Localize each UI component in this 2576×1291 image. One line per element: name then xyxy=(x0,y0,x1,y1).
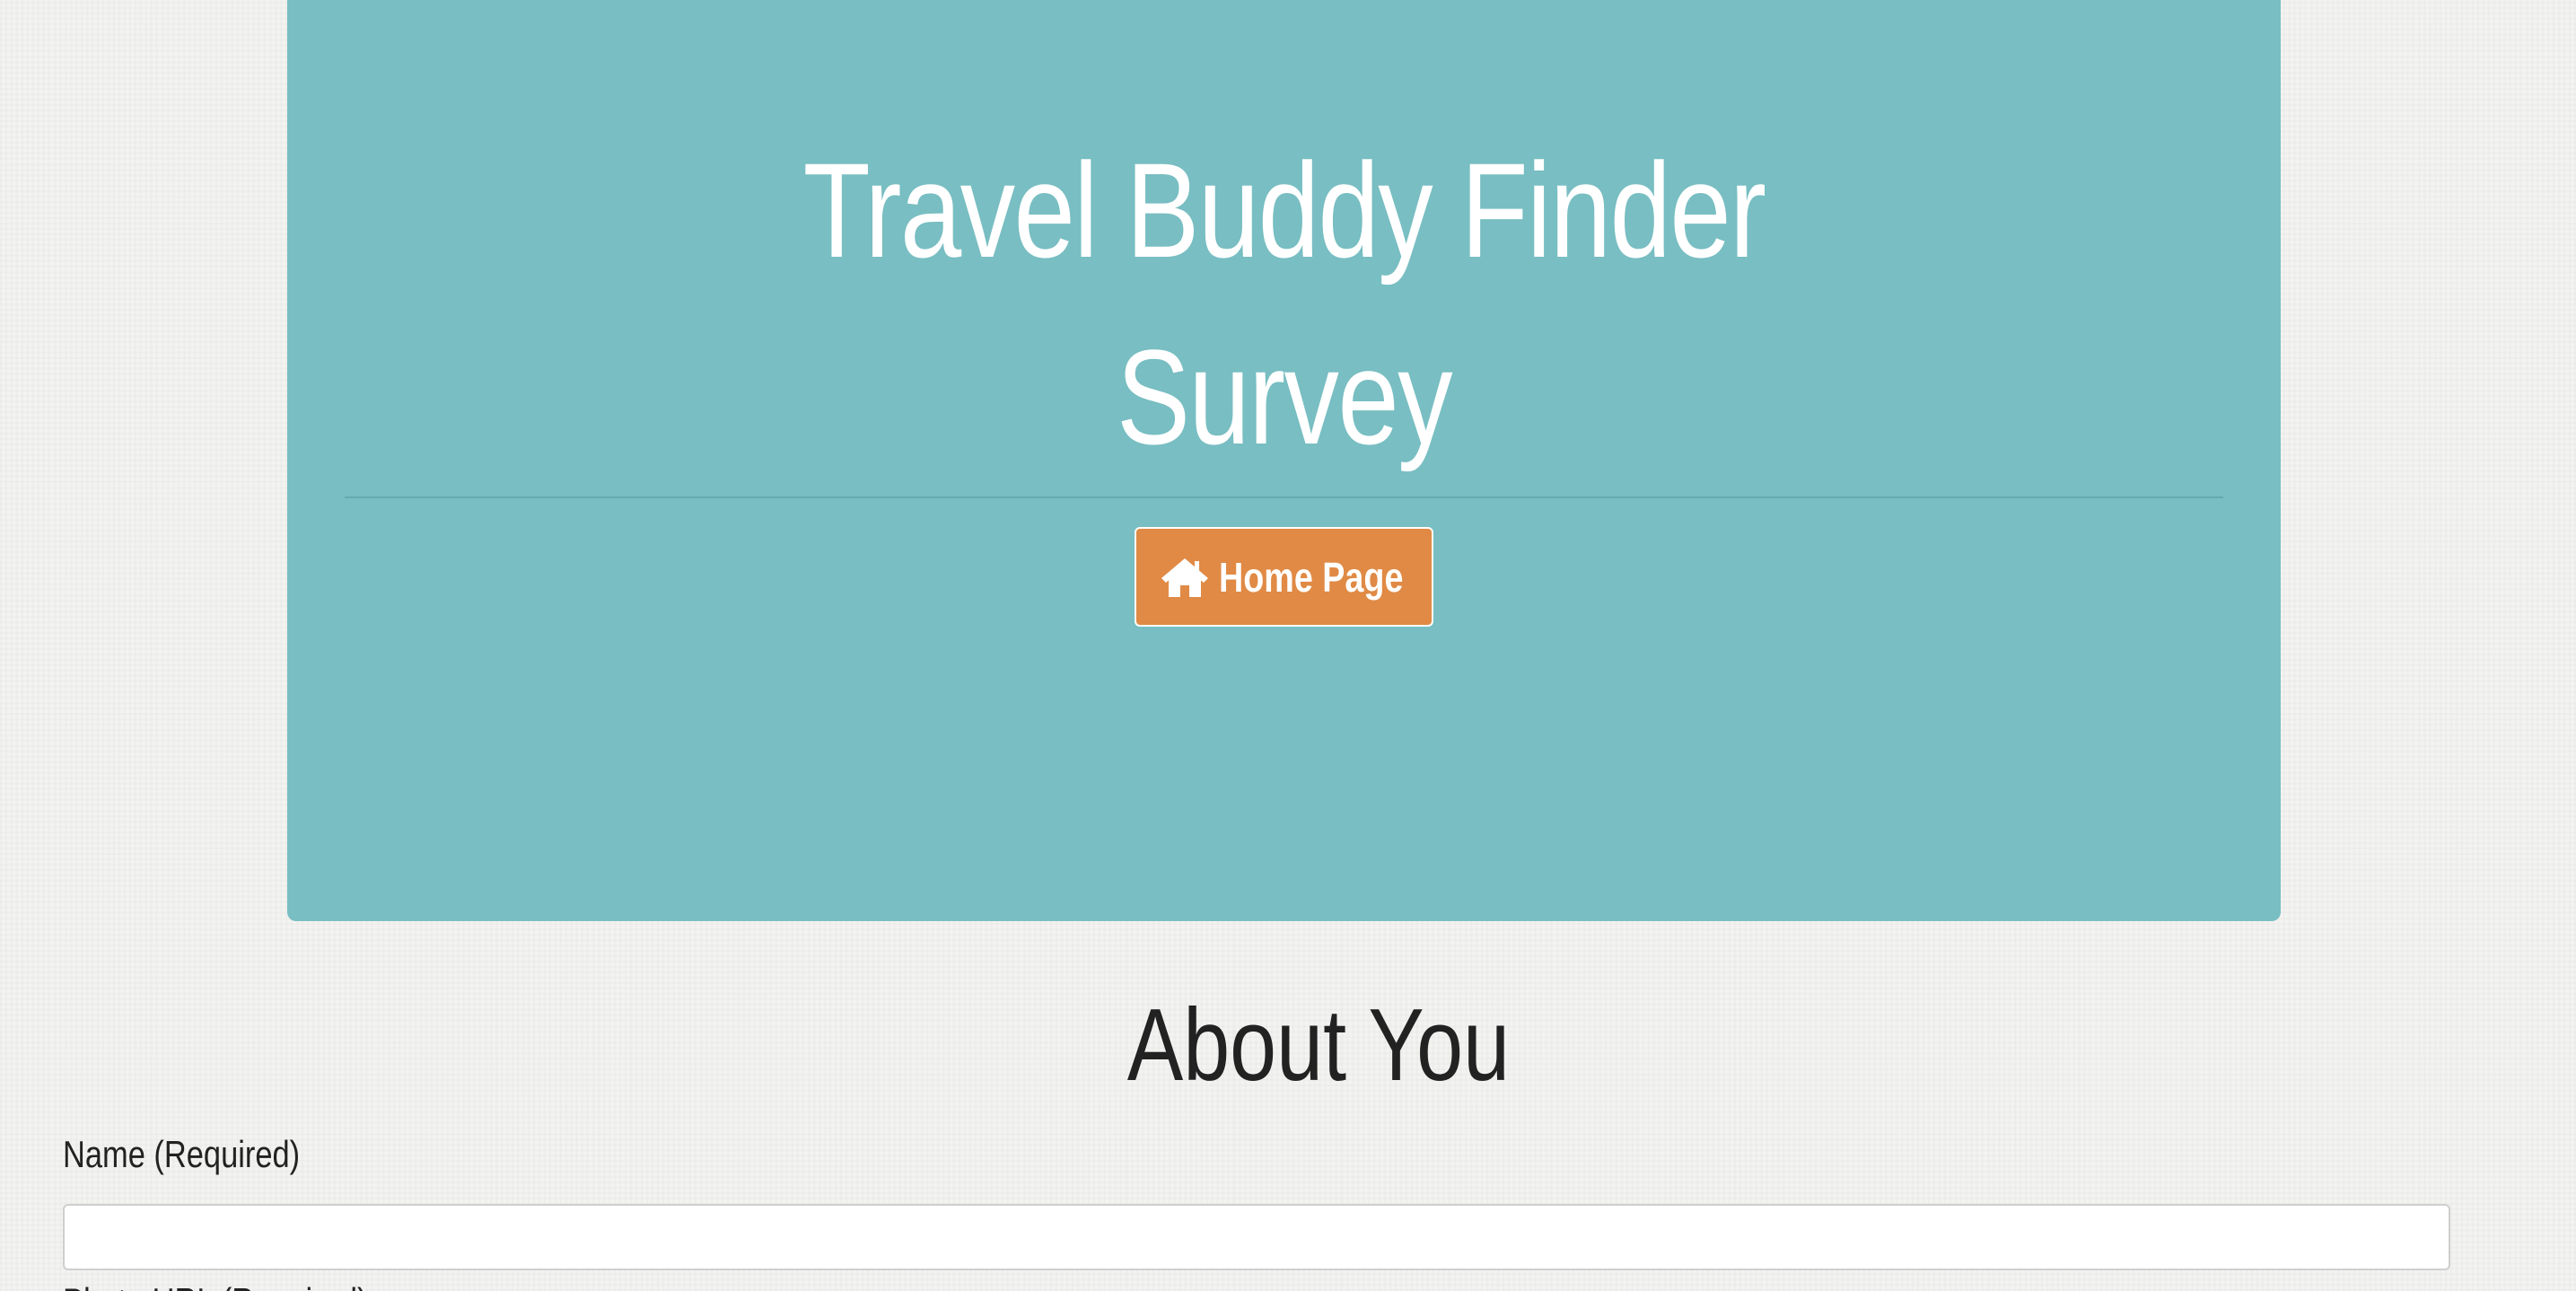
header-divider xyxy=(345,496,2223,498)
home-icon xyxy=(1160,555,1210,600)
page-title-line1: Travel Buddy Finder xyxy=(802,135,1766,285)
name-field-label: Name (Required) xyxy=(63,1133,301,1175)
home-page-button[interactable]: Home Page xyxy=(1135,527,1433,627)
section-title-about-you: About You xyxy=(1126,988,1511,1102)
home-page-button-label: Home Page xyxy=(1219,553,1404,601)
header-jumbotron: Travel Buddy Finder Survey Home Page xyxy=(287,0,2281,921)
page-title-line2: Survey xyxy=(1117,321,1453,472)
page-title: Travel Buddy Finder Survey xyxy=(467,117,2101,490)
photo-url-field-label: Photo URL (Required) xyxy=(63,1275,367,1291)
name-field[interactable] xyxy=(63,1204,2450,1270)
